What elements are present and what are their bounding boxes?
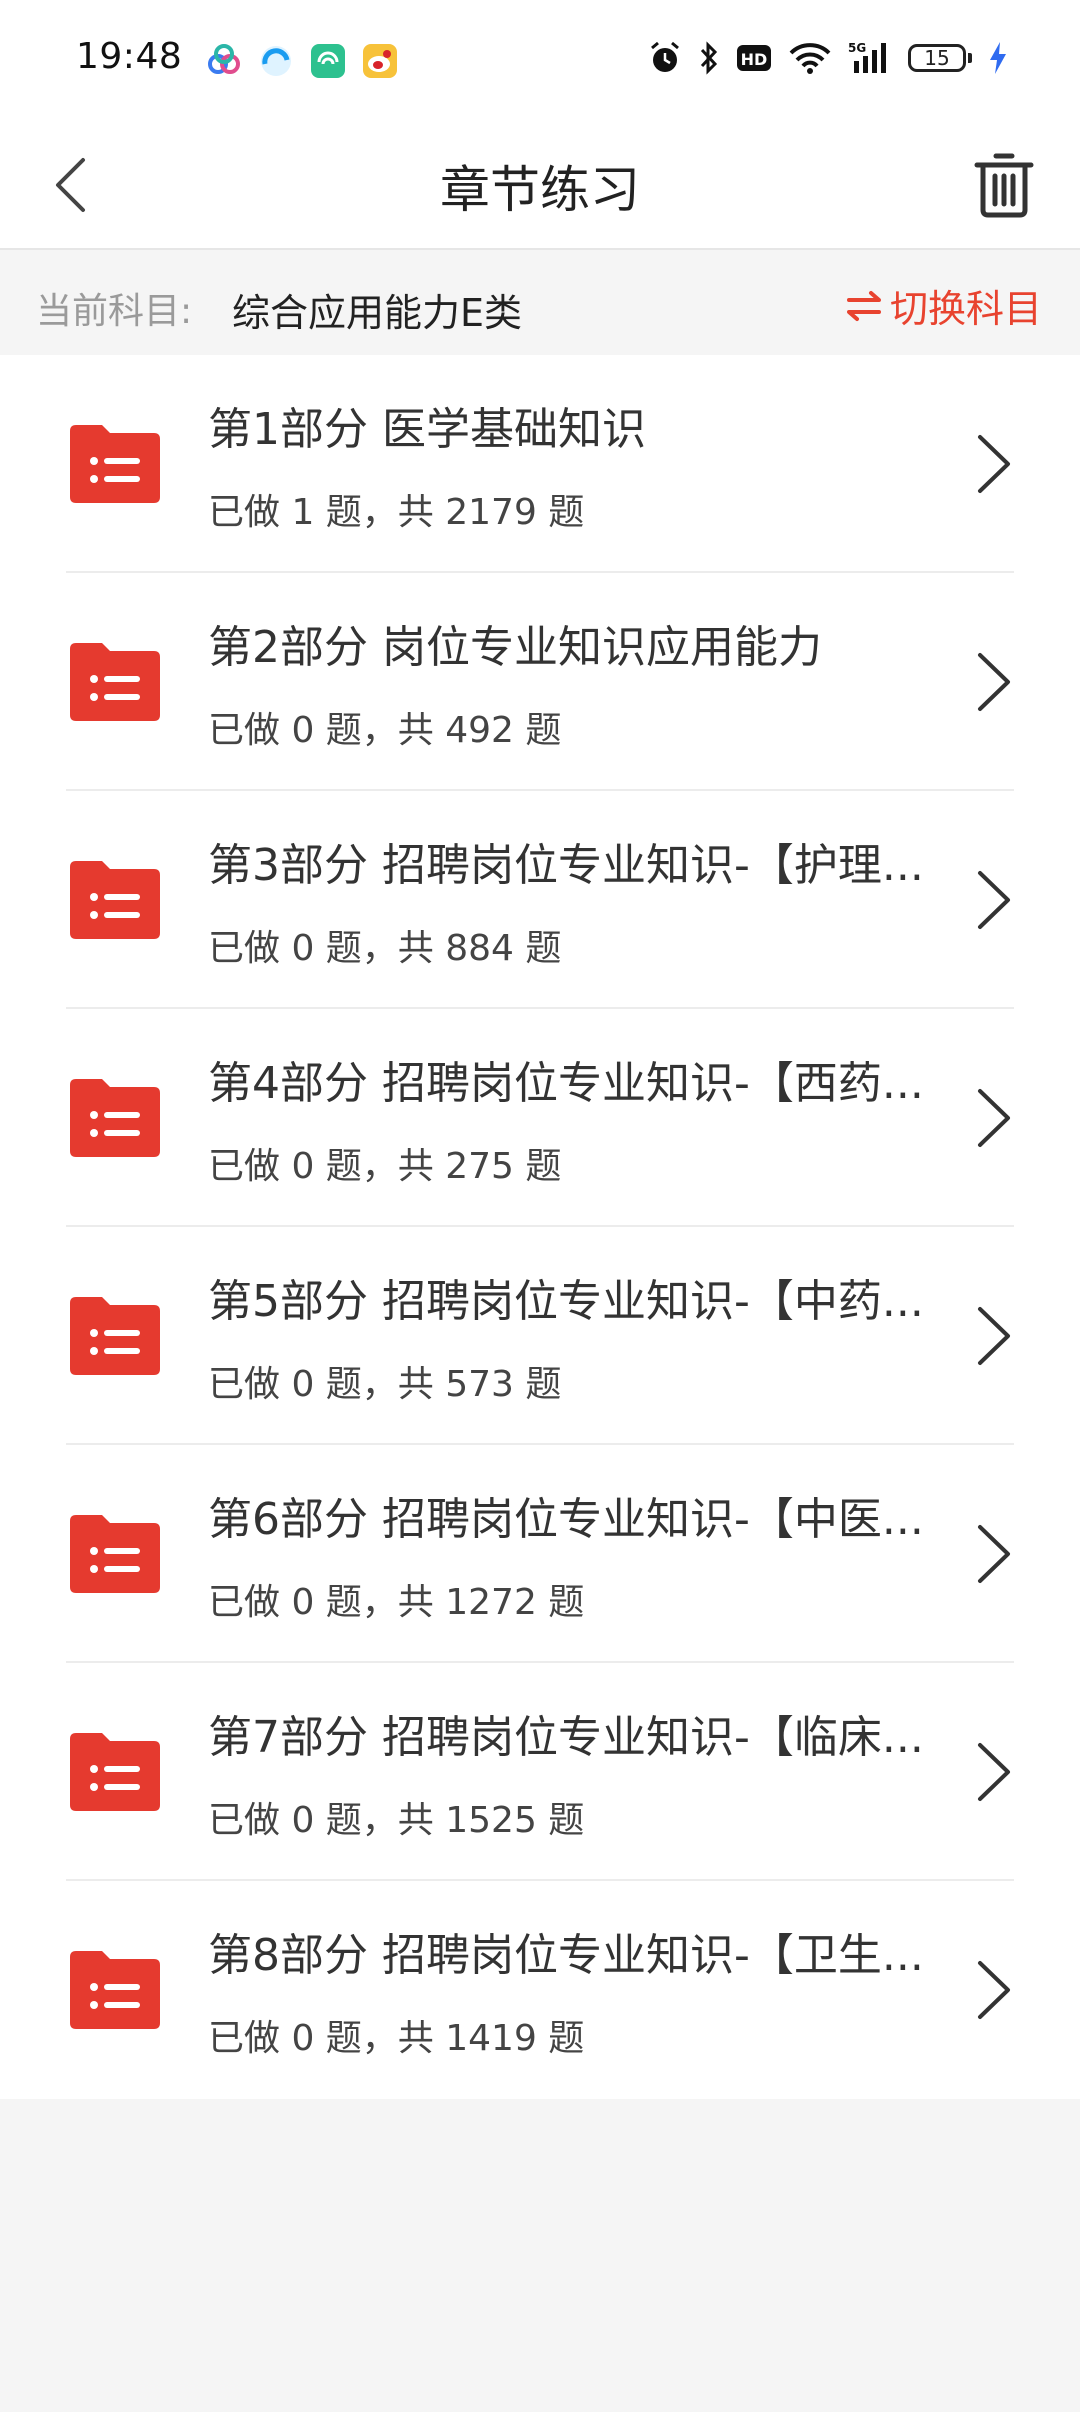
chapter-progress: 已做 0 题，共 573 题: [208, 1364, 562, 1405]
weibo-notification-icon: [363, 44, 397, 78]
chapter-list: 第1部分 医学基础知识 已做 1 题，共 2179 题 第2部分 岗位专业知识应…: [0, 355, 1080, 2099]
system-icons: HD 5G 15: [648, 40, 1008, 76]
svg-text:HD: HD: [741, 50, 768, 69]
switch-subject-button[interactable]: 切换科目: [846, 278, 1042, 333]
wifi-icon: [789, 43, 831, 74]
chapter-row[interactable]: 第2部分 岗位专业知识应用能力 已做 0 题，共 492 题: [66, 573, 1014, 791]
folder-list-icon: [70, 1297, 160, 1375]
chapter-progress: 已做 0 题，共 1525 题: [208, 1800, 585, 1841]
chapter-progress: 已做 0 题，共 884 题: [208, 928, 562, 969]
chevron-right-icon: [978, 1307, 1010, 1365]
chapter-row[interactable]: 第5部分 招聘岗位专业知识-【中药... 已做 0 题，共 573 题: [66, 1227, 1014, 1445]
bluetooth-icon: [700, 41, 718, 75]
chapter-row[interactable]: 第4部分 招聘岗位专业知识-【西药... 已做 0 题，共 275 题: [66, 1009, 1014, 1227]
subject-label: 当前科目:: [36, 291, 193, 332]
chapter-title: 第5部分 招聘岗位专业知识-【中药...: [208, 1276, 924, 1327]
chapter-title: 第8部分 招聘岗位专业知识-【卫生...: [208, 1930, 924, 1981]
trash-icon: [974, 153, 1034, 218]
hd-icon: HD: [737, 45, 771, 71]
battery-level: 15: [908, 44, 966, 72]
folder-list-icon: [70, 1951, 160, 2029]
chapter-progress: 已做 0 题，共 1419 题: [208, 2018, 585, 2059]
chapter-title: 第7部分 招聘岗位专业知识-【临床...: [208, 1712, 924, 1763]
chapter-progress: 已做 0 题，共 1272 题: [208, 1582, 585, 1623]
chevron-right-icon: [978, 1961, 1010, 2019]
chapter-row[interactable]: 第7部分 招聘岗位专业知识-【临床... 已做 0 题，共 1525 题: [66, 1663, 1014, 1881]
switch-subject-label: 切换科目: [889, 287, 1042, 331]
signal-5g-icon: 5G: [848, 41, 886, 73]
chevron-right-icon: [978, 1089, 1010, 1147]
folder-list-icon: [70, 643, 160, 721]
chevron-right-icon: [978, 871, 1010, 929]
chapter-title: 第1部分 医学基础知识: [208, 404, 646, 455]
folder-list-icon: [70, 1733, 160, 1811]
wallet-notification-icon: [311, 44, 345, 78]
app-header: 章节练习: [0, 120, 1080, 250]
chevron-right-icon: [978, 1743, 1010, 1801]
chapter-row[interactable]: 第6部分 招聘岗位专业知识-【中医... 已做 0 题，共 1272 题: [66, 1445, 1014, 1663]
browser-notification-icon: [261, 46, 291, 76]
folder-list-icon: [70, 861, 160, 939]
chapter-title: 第2部分 岗位专业知识应用能力: [208, 622, 822, 673]
subject-bar: 当前科目: 综合应用能力E类 切换科目: [0, 250, 1080, 355]
chapter-title: 第3部分 招聘岗位专业知识-【护理...: [208, 840, 924, 891]
subject-value: 综合应用能力E类: [232, 291, 523, 335]
chevron-right-icon: [978, 1525, 1010, 1583]
status-time: 19:48: [76, 36, 183, 77]
app-notification-icon: [208, 44, 240, 74]
chevron-right-icon: [978, 653, 1010, 711]
chapter-row[interactable]: 第3部分 招聘岗位专业知识-【护理... 已做 0 题，共 884 题: [66, 791, 1014, 1009]
chapter-row[interactable]: 第1部分 医学基础知识 已做 1 题，共 2179 题: [66, 355, 1014, 573]
page-title: 章节练习: [440, 161, 640, 219]
chapter-progress: 已做 0 题，共 275 题: [208, 1146, 562, 1187]
folder-list-icon: [70, 425, 160, 503]
chapter-title: 第6部分 招聘岗位专业知识-【中医...: [208, 1494, 924, 1545]
swap-arrows-icon: [846, 290, 881, 321]
folder-list-icon: [70, 1515, 160, 1593]
svg-text:5G: 5G: [848, 41, 866, 55]
folder-list-icon: [70, 1079, 160, 1157]
chapter-progress: 已做 0 题，共 492 题: [208, 710, 562, 751]
charging-icon: [990, 42, 1006, 74]
chapter-progress: 已做 1 题，共 2179 题: [208, 492, 585, 533]
notification-icons: [205, 42, 399, 80]
battery-icon: 15: [908, 44, 972, 72]
chapter-title: 第4部分 招聘岗位专业知识-【西药...: [208, 1058, 924, 1109]
alarm-icon: [651, 41, 679, 72]
chapter-row[interactable]: 第8部分 招聘岗位专业知识-【卫生... 已做 0 题，共 1419 题: [66, 1881, 1014, 2099]
delete-button[interactable]: [964, 140, 1044, 230]
status-bar: 19:48 HD 5G 15: [0, 0, 1080, 120]
chevron-right-icon: [978, 435, 1010, 493]
